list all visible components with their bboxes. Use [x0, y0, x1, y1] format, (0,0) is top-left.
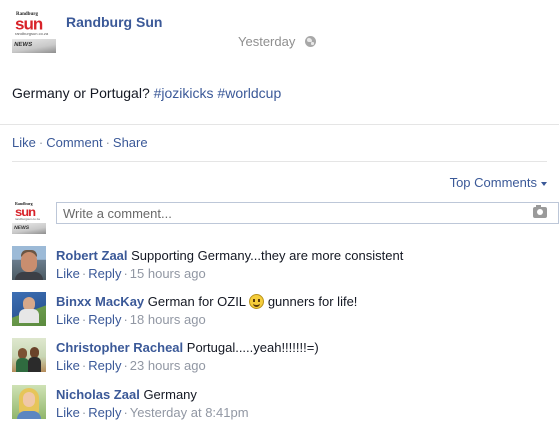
comment-timestamp[interactable]: 18 hours ago	[130, 312, 206, 327]
comment-item: Christopher Racheal Portugal.....yeah!!!…	[12, 338, 547, 378]
comment-text: Germany	[143, 387, 197, 402]
top-comments-label: Top Comments	[449, 175, 537, 190]
separator: ·	[123, 358, 128, 373]
comment-timestamp[interactable]: 15 hours ago	[130, 266, 206, 281]
avatar-head	[23, 392, 35, 407]
separator: ·	[38, 135, 44, 150]
composer-avatar: Randburg sun randburgsun.co.za NEWS	[12, 200, 46, 234]
avatar[interactable]	[12, 246, 46, 280]
smiley-icon	[249, 294, 265, 309]
comment-meta: Like · Reply · 18 hours ago	[56, 312, 206, 327]
separator: ·	[123, 405, 128, 420]
globe-icon[interactable]	[305, 36, 316, 47]
comment-author-link[interactable]: Christopher Racheal	[56, 340, 183, 355]
comment-like-link[interactable]: Like	[56, 405, 80, 420]
camera-icon[interactable]	[533, 205, 547, 218]
comment-composer: Randburg sun randburgsun.co.za NEWS	[12, 200, 559, 234]
comment-reply-link[interactable]: Reply	[88, 405, 121, 420]
comment-like-link[interactable]: Like	[56, 266, 80, 281]
comment-body: Nicholas Zaal Germany	[56, 387, 197, 402]
avatar-head	[21, 252, 37, 272]
comment-text-after: gunners for life!	[267, 294, 358, 309]
comment-body: Binxx MacKay German for OZIL gunners for…	[56, 294, 357, 309]
comment-text: Supporting Germany...they are more consi…	[131, 248, 404, 263]
logo-url: randburgsun.co.za	[15, 31, 49, 36]
comment-text: Portugal.....yeah!!!!!!!=)	[186, 340, 319, 355]
avatar[interactable]	[12, 292, 46, 326]
separator: ·	[81, 266, 87, 281]
comment-meta: Like · Reply · 15 hours ago	[56, 266, 206, 281]
separator: ·	[81, 405, 87, 420]
comment-like-link[interactable]: Like	[56, 358, 80, 373]
hashtag-jozikicks[interactable]: #jozikicks	[154, 85, 214, 101]
comment-item: Binxx MacKay German for OZIL gunners for…	[12, 292, 547, 332]
post-text: Germany or Portugal? #jozikicks #worldcu…	[12, 85, 281, 101]
post-header: Randburg sun randburgsun.co.za NEWS Rand…	[12, 10, 547, 56]
logo-text-sun: sun	[15, 204, 36, 219]
post-timestamp[interactable]: Yesterday	[238, 34, 295, 49]
comment-author-link[interactable]: Nicholas Zaal	[56, 387, 140, 402]
comment-input-box	[56, 202, 559, 224]
avatar-shirt	[28, 357, 41, 372]
comment-button[interactable]: Comment	[46, 135, 102, 150]
comment-body: Christopher Racheal Portugal.....yeah!!!…	[56, 340, 319, 355]
separator: ·	[105, 135, 110, 150]
post-text-plain: Germany or Portugal?	[12, 85, 154, 101]
comment-timestamp[interactable]: Yesterday at 8:41pm	[130, 405, 249, 420]
divider	[0, 124, 559, 125]
share-button[interactable]: Share	[113, 135, 148, 150]
logo-url: randburgsun.co.za	[15, 217, 40, 221]
separator: ·	[123, 312, 128, 327]
comment-text: German for OZIL	[147, 294, 246, 309]
separator: ·	[81, 312, 87, 327]
avatar-shirt	[15, 272, 43, 280]
comment-input[interactable]	[57, 203, 517, 223]
avatar-shirt	[19, 309, 39, 323]
logo-news-text: NEWS	[13, 42, 33, 48]
top-comments-dropdown[interactable]: Top Comments	[450, 175, 547, 190]
like-button[interactable]: Like	[12, 135, 36, 150]
comment-item: Nicholas Zaal Germany Like · Reply · Yesterd…	[12, 385, 547, 425]
comment-like-link[interactable]: Like	[56, 312, 80, 327]
logo-news-text: NEWS	[13, 225, 30, 231]
comment-timestamp[interactable]: 23 hours ago	[130, 358, 206, 373]
comment-author-link[interactable]: Binxx MacKay	[56, 294, 144, 309]
comment-reply-link[interactable]: Reply	[88, 312, 121, 327]
comment-reply-link[interactable]: Reply	[88, 358, 121, 373]
comment-meta: Like · Reply · 23 hours ago	[56, 358, 206, 373]
page-name-link[interactable]: Randburg Sun	[66, 14, 162, 30]
avatar[interactable]	[12, 385, 46, 419]
separator: ·	[123, 266, 128, 281]
avatar[interactable]	[12, 338, 46, 372]
hashtag-worldcup[interactable]: #worldcup	[217, 85, 281, 101]
comment-meta: Like · Reply · Yesterday at 8:41pm	[56, 405, 249, 420]
divider	[12, 161, 547, 162]
logo-news-banner: NEWS	[12, 223, 46, 234]
logo-news-banner: NEWS	[12, 39, 56, 53]
caret-down-icon	[541, 181, 547, 186]
comment-item: Robert Zaal Supporting Germany...they ar…	[12, 246, 547, 286]
page-avatar[interactable]: Randburg sun randburgsun.co.za NEWS	[12, 10, 56, 54]
avatar-shirt	[17, 411, 41, 419]
comment-reply-link[interactable]: Reply	[88, 266, 121, 281]
comment-author-link[interactable]: Robert Zaal	[56, 248, 128, 263]
post-actions: Like · Comment · Share	[12, 135, 148, 150]
separator: ·	[81, 358, 87, 373]
comment-body: Robert Zaal Supporting Germany...they ar…	[56, 248, 403, 263]
